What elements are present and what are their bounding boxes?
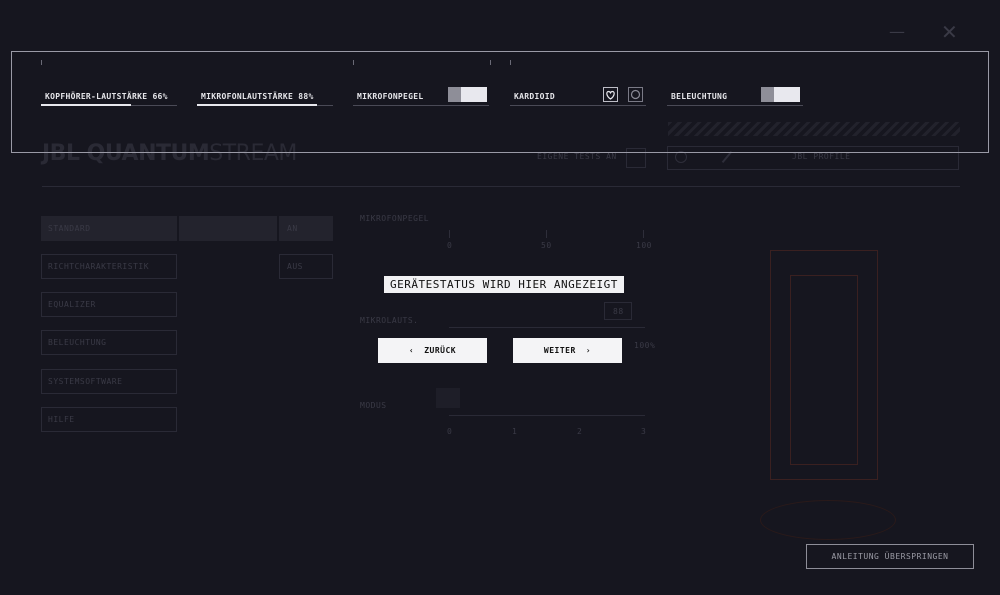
scale-label: 50 — [541, 241, 552, 250]
chevron-right-icon: › — [585, 346, 592, 355]
sidebar-item-label: RICHTCHARAKTERISTIK — [48, 262, 150, 271]
mic-monitor-toggle[interactable] — [448, 87, 487, 102]
pattern-heading: MODUS — [360, 401, 387, 410]
skip-tutorial-label: ANLEITUNG ÜBERSPRINGEN — [831, 552, 949, 561]
cardioid-pattern-icon[interactable] — [603, 87, 618, 102]
panel-hatch-pattern — [668, 122, 960, 136]
sidebar-segment-middle[interactable] — [179, 216, 277, 241]
headphone-volume-fill[interactable] — [41, 104, 131, 106]
scale-tick — [449, 230, 450, 238]
panel-tick — [510, 60, 511, 65]
pattern-scale-label: 1 — [512, 427, 518, 436]
sidebar-off-value: AUS — [287, 262, 303, 271]
mic-test-label: EIGENE TESTS AN — [537, 152, 617, 161]
scale-tick — [643, 230, 644, 238]
panel-tick — [490, 60, 491, 65]
sidebar-item-label: HILFE — [48, 415, 75, 424]
microphone-base — [760, 500, 896, 540]
lighting-label: BELEUCHTUNG — [671, 92, 728, 101]
back-button[interactable]: ‹ ZURÜCK — [378, 338, 487, 363]
omni-pattern-icon[interactable] — [628, 87, 643, 102]
volume-heading: MIKROLAUTS. — [360, 316, 419, 325]
microphone-grille — [790, 275, 858, 465]
next-button-label: WEITER — [543, 346, 576, 355]
mic-volume-label: MIKROFONLAUTSTÄRKE 88% — [201, 92, 314, 101]
toggle-knob — [761, 87, 774, 102]
toggle-knob — [448, 87, 461, 102]
cardioid-label: KARDIOID — [514, 92, 555, 101]
lighting-toggle[interactable] — [761, 87, 800, 102]
pattern-scale-label: 2 — [577, 427, 583, 436]
cardioid-control: KARDIOID — [510, 86, 646, 106]
pattern-scale-label: 0 — [447, 427, 453, 436]
scale-label: 0 — [447, 241, 453, 250]
sidebar-item-label: STANDARD — [48, 224, 91, 233]
panel-tick — [353, 60, 354, 65]
mic-volume-fill[interactable] — [197, 104, 317, 106]
profile-label: JBL PROFILE — [792, 152, 851, 161]
skip-tutorial-button[interactable]: ANLEITUNG ÜBERSPRINGEN — [806, 544, 974, 569]
mic-monitor-underline — [353, 105, 489, 106]
back-button-label: ZURÜCK — [424, 346, 457, 355]
headphone-volume-label: KOPFHÖRER-LAUTSTÄRKE 66% — [45, 92, 168, 101]
cardioid-underline — [510, 105, 646, 106]
scale-label: 100 — [636, 241, 652, 250]
header-divider — [42, 186, 960, 187]
sidebar-on-value: AN — [287, 224, 298, 233]
next-button[interactable]: WEITER › — [513, 338, 622, 363]
minimize-icon[interactable]: — — [889, 22, 905, 41]
mic-volume-control[interactable]: MIKROFONLAUTSTÄRKE 88% — [197, 86, 333, 106]
close-icon[interactable]: ✕ — [941, 20, 958, 44]
device-status-text: GERÄTESTATUS WIRD HIER ANGEZEIGT — [384, 276, 624, 293]
pattern-marker — [436, 388, 460, 408]
pattern-scale-label: 3 — [641, 427, 647, 436]
panel-tick — [41, 60, 42, 65]
headphone-volume-control[interactable]: KOPFHÖRER-LAUTSTÄRKE 66% — [41, 86, 177, 106]
mic-level-heading: MIKROFONPEGEL — [360, 214, 430, 223]
mic-monitor-label: MIKROFONPEGEL — [357, 92, 424, 101]
pattern-slider-track[interactable] — [449, 415, 645, 416]
sidebar-item-label: SYSTEMSOFTWARE — [48, 377, 123, 386]
volume-value: 88 — [613, 307, 624, 316]
scale-tick — [546, 230, 547, 238]
volume-slider-track[interactable] — [449, 327, 645, 328]
volume-max: 100% — [634, 341, 656, 350]
sidebar-item-label: EQUALIZER — [48, 300, 96, 309]
chevron-left-icon: ‹ — [408, 346, 415, 355]
lighting-underline — [667, 105, 803, 106]
sidebar-item-label: BELEUCHTUNG — [48, 338, 107, 347]
